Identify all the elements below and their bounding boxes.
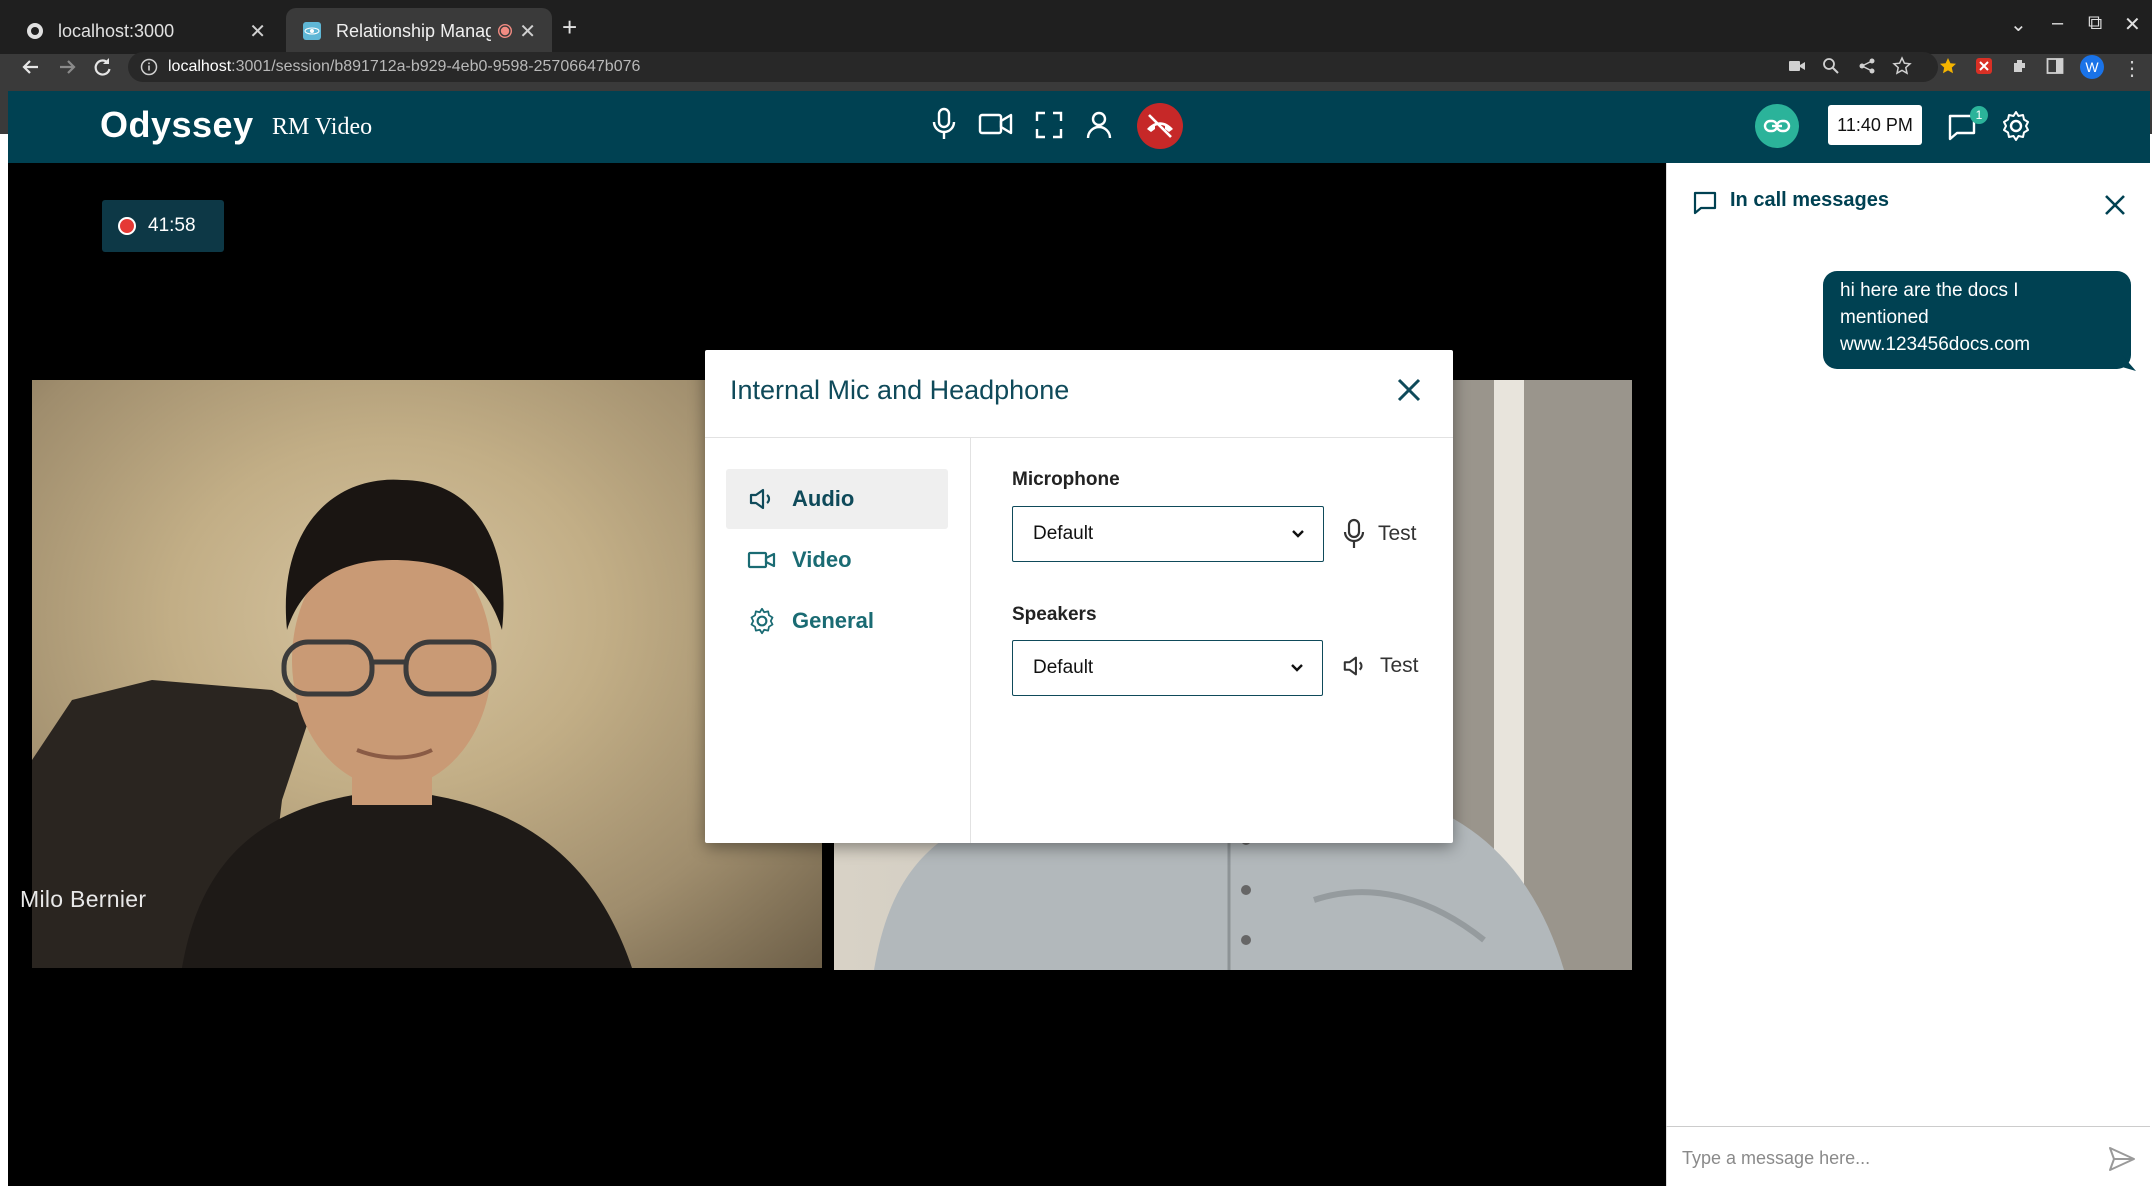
side-panel-icon[interactable] — [2046, 57, 2064, 75]
close-chat-icon[interactable] — [2103, 193, 2127, 217]
microphone-selected-value: Default — [1033, 523, 1094, 544]
speaker-test-icon — [1342, 654, 1368, 678]
test-label: Test — [1380, 654, 1419, 677]
url-path: :3001/session/b891712a-b929-4eb0-9598-25… — [231, 58, 641, 75]
recording-timer: 41:58 — [102, 200, 224, 252]
video-camera-icon[interactable] — [978, 110, 1014, 138]
recording-indicator-icon — [501, 26, 510, 36]
speakers-label: Speakers — [1012, 604, 1097, 625]
clock-display: 11:40 PM — [1828, 105, 1922, 145]
browser-menu-icon[interactable]: ⋮ — [2122, 56, 2142, 81]
microphone-label: Microphone — [1012, 469, 1120, 490]
record-dot-icon — [118, 217, 136, 235]
speakers-select[interactable]: Default — [1012, 640, 1323, 696]
chat-message-input[interactable] — [1680, 1140, 2084, 1176]
new-tab-icon[interactable]: + — [562, 12, 577, 43]
browser-tab-localhost[interactable]: localhost:3000 ✕ — [10, 8, 282, 54]
copy-link-button[interactable] — [1755, 104, 1799, 148]
participant-icon[interactable] — [1084, 110, 1114, 140]
camera-icon — [746, 549, 778, 571]
zoom-icon[interactable] — [1822, 57, 1840, 75]
url-host: localhost — [168, 58, 232, 75]
site-info-icon[interactable] — [140, 58, 158, 76]
address-bar[interactable]: localhost:3001/session/b891712a-b929-4eb… — [128, 52, 1938, 82]
chat-badge: 1 — [1970, 106, 1988, 124]
profile-avatar[interactable]: W — [2080, 55, 2104, 79]
bubble-tail — [2122, 355, 2136, 371]
close-tab-icon[interactable]: ✕ — [519, 19, 536, 44]
microphone-test-button[interactable]: Test — [1342, 518, 1417, 550]
app-subtitle: RM Video — [272, 114, 373, 140]
globe-icon — [26, 22, 44, 40]
tab-title: localhost:3000 — [58, 20, 175, 41]
chat-message: hi here are the docs I mentioned www.123… — [1823, 271, 2131, 369]
forward-icon[interactable] — [56, 56, 78, 78]
close-tab-icon[interactable]: ✕ — [249, 19, 266, 44]
recording-time: 41:58 — [148, 215, 196, 236]
chevron-down-icon — [1290, 663, 1304, 673]
reload-icon[interactable] — [91, 56, 113, 78]
chat-message-link[interactable]: www.123456docs.com — [1840, 331, 2114, 358]
back-icon[interactable] — [20, 56, 42, 78]
microphone-test-icon — [1342, 518, 1366, 550]
fullscreen-icon[interactable] — [1034, 110, 1064, 140]
nav-item-general[interactable]: General — [726, 591, 948, 651]
participant-video-tile[interactable] — [32, 380, 822, 968]
nav-item-audio[interactable]: Audio — [726, 469, 948, 529]
participant-name-label: Milo Bernier — [20, 886, 147, 912]
end-call-button[interactable] — [1137, 103, 1183, 149]
close-modal-icon[interactable] — [1396, 377, 1422, 403]
chat-message-line: mentioned — [1840, 307, 1929, 328]
speakers-test-button[interactable]: Test — [1342, 654, 1419, 678]
react-icon — [302, 21, 322, 41]
minimize-icon[interactable]: – — [2052, 12, 2063, 35]
nav-item-label: General — [792, 608, 874, 633]
close-window-icon[interactable]: ✕ — [2124, 12, 2141, 37]
modal-title: Internal Mic and Headphone — [730, 375, 1070, 405]
settings-gear-icon[interactable] — [2000, 110, 2032, 142]
share-icon[interactable] — [1858, 57, 1876, 75]
speakers-selected-value: Default — [1033, 657, 1094, 678]
modal-divider — [705, 437, 1453, 438]
extension-red-icon[interactable] — [1974, 56, 1994, 76]
tab-search-icon[interactable]: ⌄ — [2010, 12, 2027, 37]
nav-item-video[interactable]: Video — [726, 530, 948, 590]
tab-title: Relationship Manager — [336, 20, 492, 41]
bookmark-star-icon[interactable] — [1892, 56, 1912, 76]
browser-tab-relationship-manager[interactable]: Relationship Manager ✕ — [286, 8, 552, 54]
chevron-down-icon — [1291, 529, 1305, 539]
gear-icon — [746, 607, 778, 635]
nav-item-label: Video — [792, 547, 852, 572]
message-bubble-icon — [1692, 190, 1718, 216]
test-label: Test — [1378, 522, 1417, 545]
modal-nav-divider — [970, 438, 971, 843]
restore-icon[interactable]: ⧉ — [2088, 12, 2102, 35]
chat-input-divider — [1666, 1126, 2150, 1127]
participant-video-feed — [32, 479, 632, 968]
extensions-puzzle-icon[interactable] — [2010, 56, 2030, 76]
microphone-icon[interactable] — [930, 106, 958, 142]
chat-panel-title: In call messages — [1730, 189, 1889, 211]
odyssey-logo: Odyssey — [100, 104, 254, 145]
microphone-select[interactable]: Default — [1012, 506, 1324, 562]
chat-message-line: hi here are the docs I — [1840, 280, 2019, 301]
extension-star-icon[interactable] — [1938, 56, 1958, 76]
nav-item-label: Audio — [792, 486, 855, 511]
camera-in-use-icon[interactable] — [1788, 58, 1806, 74]
send-icon[interactable] — [2108, 1146, 2136, 1172]
speaker-icon — [746, 487, 778, 511]
